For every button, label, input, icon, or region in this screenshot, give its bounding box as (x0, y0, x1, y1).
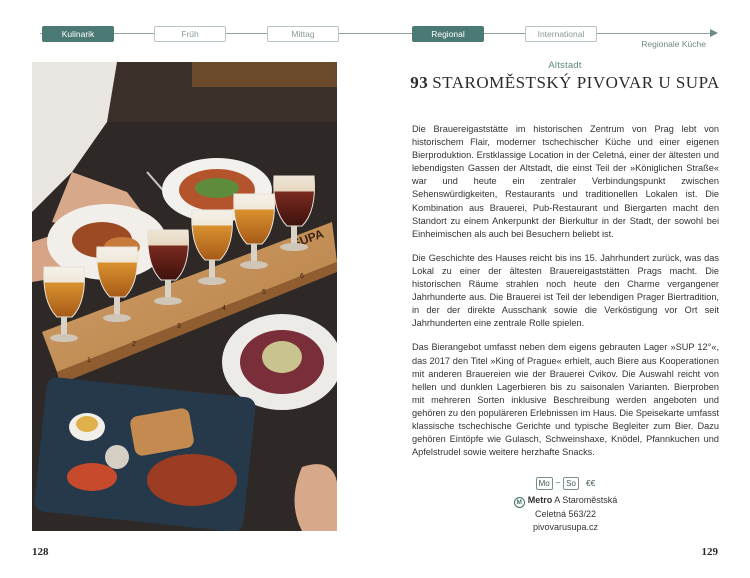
tab-frueh[interactable]: Früh (154, 26, 226, 42)
glass-number: 5 (262, 289, 266, 296)
paragraph: Die Brauereigaststätte im historischen Z… (412, 124, 719, 239)
entry-title: 93 STAROMĚSTSKÝ PIVOVAR U SUPA (410, 73, 720, 93)
tab-international[interactable]: International (525, 26, 597, 42)
restaurant-photo: SUPA 1 2 3 4 5 6 (32, 62, 337, 531)
metro-row: M Metro A Staroměstská (412, 494, 719, 508)
food-and-beer-illustration: SUPA 1 2 3 4 5 6 (32, 62, 337, 531)
paragraph: Die Geschichte des Hauses reicht bis ins… (412, 252, 719, 329)
day-separator: – (555, 478, 561, 488)
tab-mittag[interactable]: Mittag (267, 26, 339, 42)
address: Celetná 563/22 (534, 509, 597, 519)
article-body: Die Brauereigaststätte im historischen Z… (412, 123, 719, 470)
day-from-badge: Mo (535, 477, 553, 490)
page-number-left: 128 (32, 546, 49, 558)
category-label: Regionale Küche (641, 39, 706, 49)
district-label: Altstadt (548, 60, 582, 71)
glass-number: 2 (132, 341, 136, 348)
tab-kulinarik[interactable]: Kulinarik (42, 26, 114, 42)
tab-track-line (40, 33, 715, 34)
glass-number: 6 (300, 273, 304, 280)
info-box: Mo – So €€ M Metro A Staroměstská Celetná… (412, 477, 719, 533)
price-level: €€ (585, 478, 596, 489)
website-link[interactable]: pivovarusupa.cz (412, 521, 719, 534)
arrow-right-icon (710, 29, 718, 37)
tab-regional[interactable]: Regional (412, 26, 484, 42)
day-to-badge: So (563, 477, 579, 490)
opening-days-row: Mo – So €€ (412, 477, 719, 490)
metro-icon: M (513, 497, 525, 508)
entry-number: 93 (410, 73, 429, 92)
glass-number: 1 (87, 357, 91, 364)
glass-number: 4 (222, 305, 226, 312)
category-tab-bar: Kulinarik Früh Mittag Regional Internati… (0, 0, 750, 60)
glass-number: 3 (177, 323, 181, 330)
page-number-right: 129 (701, 546, 719, 558)
paragraph: Das Bierangebot umfasst neben dem eigens… (412, 342, 719, 458)
metro-station: A Staroměstská (554, 495, 618, 505)
metro-label: Metro (527, 495, 553, 505)
entry-name: STAROMĚSTSKÝ PIVOVAR U SUPA (432, 73, 720, 92)
